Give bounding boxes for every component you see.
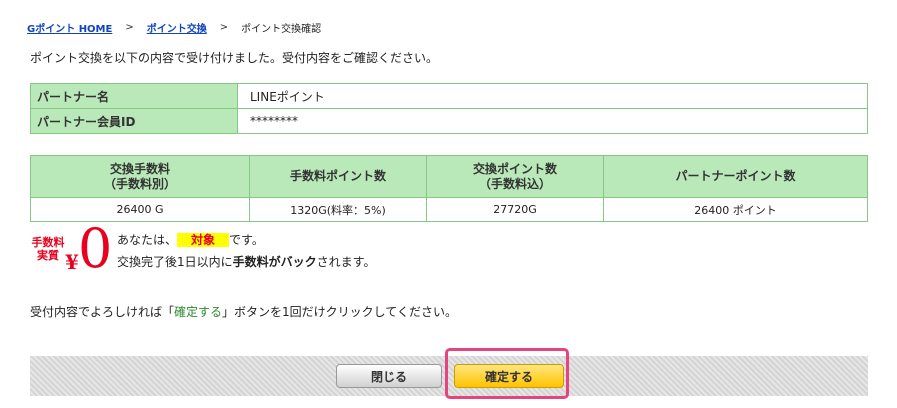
zero-numeral: 0 (78, 217, 113, 280)
partner-name-value: LINEポイント (237, 83, 868, 109)
fee-table: 交換手数料 （手数料別） 手数料ポイント数 交換ポイント数 （手数料込） パート… (30, 155, 868, 222)
yen-symbol: ¥ (65, 250, 79, 274)
partner-points-header: パートナーポイント数 (603, 155, 868, 198)
fee-points-cell: 1320G(料率：5%) (249, 197, 427, 222)
exchange-points-cell: 27720G (426, 197, 604, 222)
exchange-points-header: 交換ポイント数 （手数料込） (426, 155, 604, 198)
breadcrumb-home-link[interactable]: Gポイント HOME (27, 20, 112, 35)
badge-label-line1: 手数料 (31, 236, 65, 249)
member-id-value: ******** (237, 108, 868, 134)
instruction-button-ref: 確定する (174, 305, 223, 319)
fee-points-header: 手数料ポイント数 (249, 155, 427, 198)
breadcrumb-separator: > (125, 22, 134, 33)
notice-line1-suffix: です。 (229, 233, 264, 247)
notice-line1: あなたは、 対象 です。 (117, 229, 375, 251)
breadcrumb-exchange-link[interactable]: ポイント交換 (147, 20, 207, 35)
target-highlight: 対象 (177, 233, 230, 247)
badge-label: 手数料 実質 (28, 236, 68, 262)
fee-cell: 26400 G (30, 197, 250, 222)
button-bar: 閉じる 確定する (30, 356, 868, 396)
instruction-suffix: 」ボタンを1回だけクリックしてください。 (222, 305, 457, 319)
fee-header-line1: 交換手数料 (109, 161, 170, 176)
table-header-row: 交換手数料 （手数料別） 手数料ポイント数 交換ポイント数 （手数料込） パート… (30, 155, 868, 198)
table-row: パートナー名 LINEポイント (30, 83, 868, 109)
member-id-label: パートナー会員ID (30, 108, 238, 134)
notice-line2: 交換完了後1日以内に手数料がバックされます。 (117, 251, 375, 273)
notice-line2-prefix: 交換完了後1日以内に (117, 255, 233, 269)
partner-points-cell: 26400 ポイント (603, 197, 868, 222)
partner-info-table: パートナー名 LINEポイント パートナー会員ID ******** (30, 83, 868, 134)
table-row: パートナー会員ID ******** (30, 108, 868, 134)
instruction-prefix: 受付内容でよろしければ「 (30, 305, 175, 319)
notice-line1-prefix: あなたは、 (117, 233, 178, 247)
confirm-instruction: 受付内容でよろしければ「確定する」ボタンを1回だけクリックしてください。 (30, 303, 457, 320)
intro-text: ポイント交換を以下の内容で受け付けました。受付内容をご確認ください。 (30, 51, 439, 65)
notice-line2-suffix: されます。 (316, 255, 376, 269)
fee-zero-badge: 手数料 実質 ¥ 0 (28, 217, 113, 280)
exchange-points-header-line1: 交換ポイント数 (472, 161, 557, 176)
badge-label-line2: 実質 (37, 249, 59, 262)
fee-header-line2: （手数料別） (103, 176, 176, 191)
refund-notice: あなたは、 対象 です。 交換完了後1日以内に手数料がバックされます。 (117, 229, 375, 273)
exchange-points-header-line2: （手数料込） (478, 176, 551, 191)
breadcrumb-current: ポイント交換確認 (241, 24, 322, 35)
close-button[interactable]: 閉じる (336, 364, 442, 388)
fee-back-text: 手数料がバック (232, 255, 317, 269)
fee-header: 交換手数料 （手数料別） (30, 155, 250, 198)
partner-name-label: パートナー名 (30, 83, 238, 109)
table-row: 26400 G 1320G(料率：5%) 27720G 26400 ポイント (30, 197, 868, 222)
breadcrumb: Gポイント HOME > ポイント交換 > ポイント交換確認 (27, 20, 321, 35)
confirm-button[interactable]: 確定する (454, 364, 564, 388)
breadcrumb-separator: > (219, 22, 229, 33)
